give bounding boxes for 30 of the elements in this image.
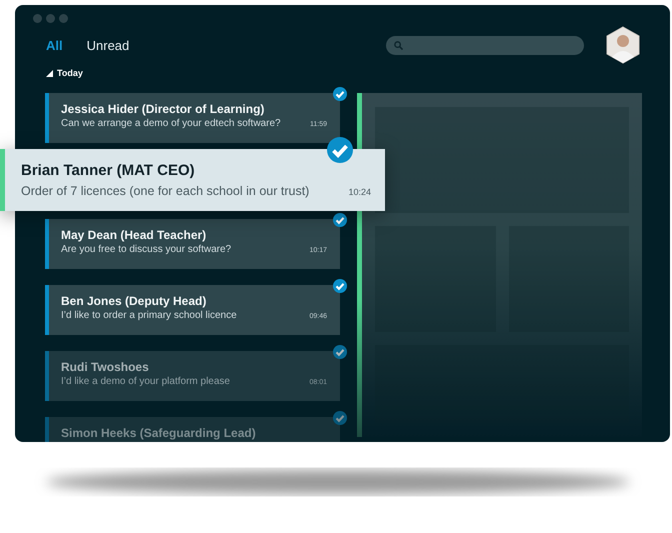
sender-name: Ben Jones (Deputy Head) — [61, 293, 208, 309]
window-dot[interactable] — [33, 14, 42, 23]
filter-tab[interactable]: Unread — [86, 38, 130, 52]
expanded-triangle-icon[interactable] — [46, 70, 53, 76]
sender-name: Jessica Hider (Director of Learning) — [61, 101, 266, 117]
message-card[interactable]: Brian Tanner (MAT CEO) Order of 7 licences (one for each school in our trust) 10:24 — [0, 149, 385, 211]
check-icon — [333, 279, 347, 293]
message-preview: Can we arrange a demo of your edtech software? — [61, 117, 281, 131]
window-dot[interactable] — [59, 14, 68, 23]
message-preview: I’d like a demo of your platform please — [61, 375, 230, 389]
check-icon — [333, 87, 347, 101]
check-icon — [333, 345, 347, 359]
message-preview: Are you free to discuss your software? — [61, 243, 232, 257]
check-icon — [333, 213, 347, 227]
message-preview: I’d like to order a primary school licence — [61, 309, 237, 323]
window-dot[interactable] — [46, 14, 55, 23]
message-time: 10:24 — [348, 187, 371, 197]
filter-tab[interactable]: All — [46, 38, 63, 52]
check-icon — [333, 411, 347, 425]
check-icon — [327, 137, 353, 163]
sender-name: Brian Tanner (MAT CEO) — [21, 161, 196, 181]
sender-name: May Dean (Head Teacher) — [61, 227, 208, 243]
avatar[interactable] — [605, 26, 641, 64]
message-card[interactable]: Simon Heeks (Safeguarding Lead) — [45, 417, 340, 442]
search-icon — [394, 40, 403, 50]
message-preview: Order of 7 licences (one for each school in our trust) — [21, 183, 310, 200]
search-field[interactable] — [386, 36, 584, 54]
sender-name: Simon Heeks (Safeguarding Lead) — [61, 425, 257, 441]
sender-name: Rudi Twoshoes — [61, 359, 150, 375]
group-label: Today — [57, 68, 83, 78]
